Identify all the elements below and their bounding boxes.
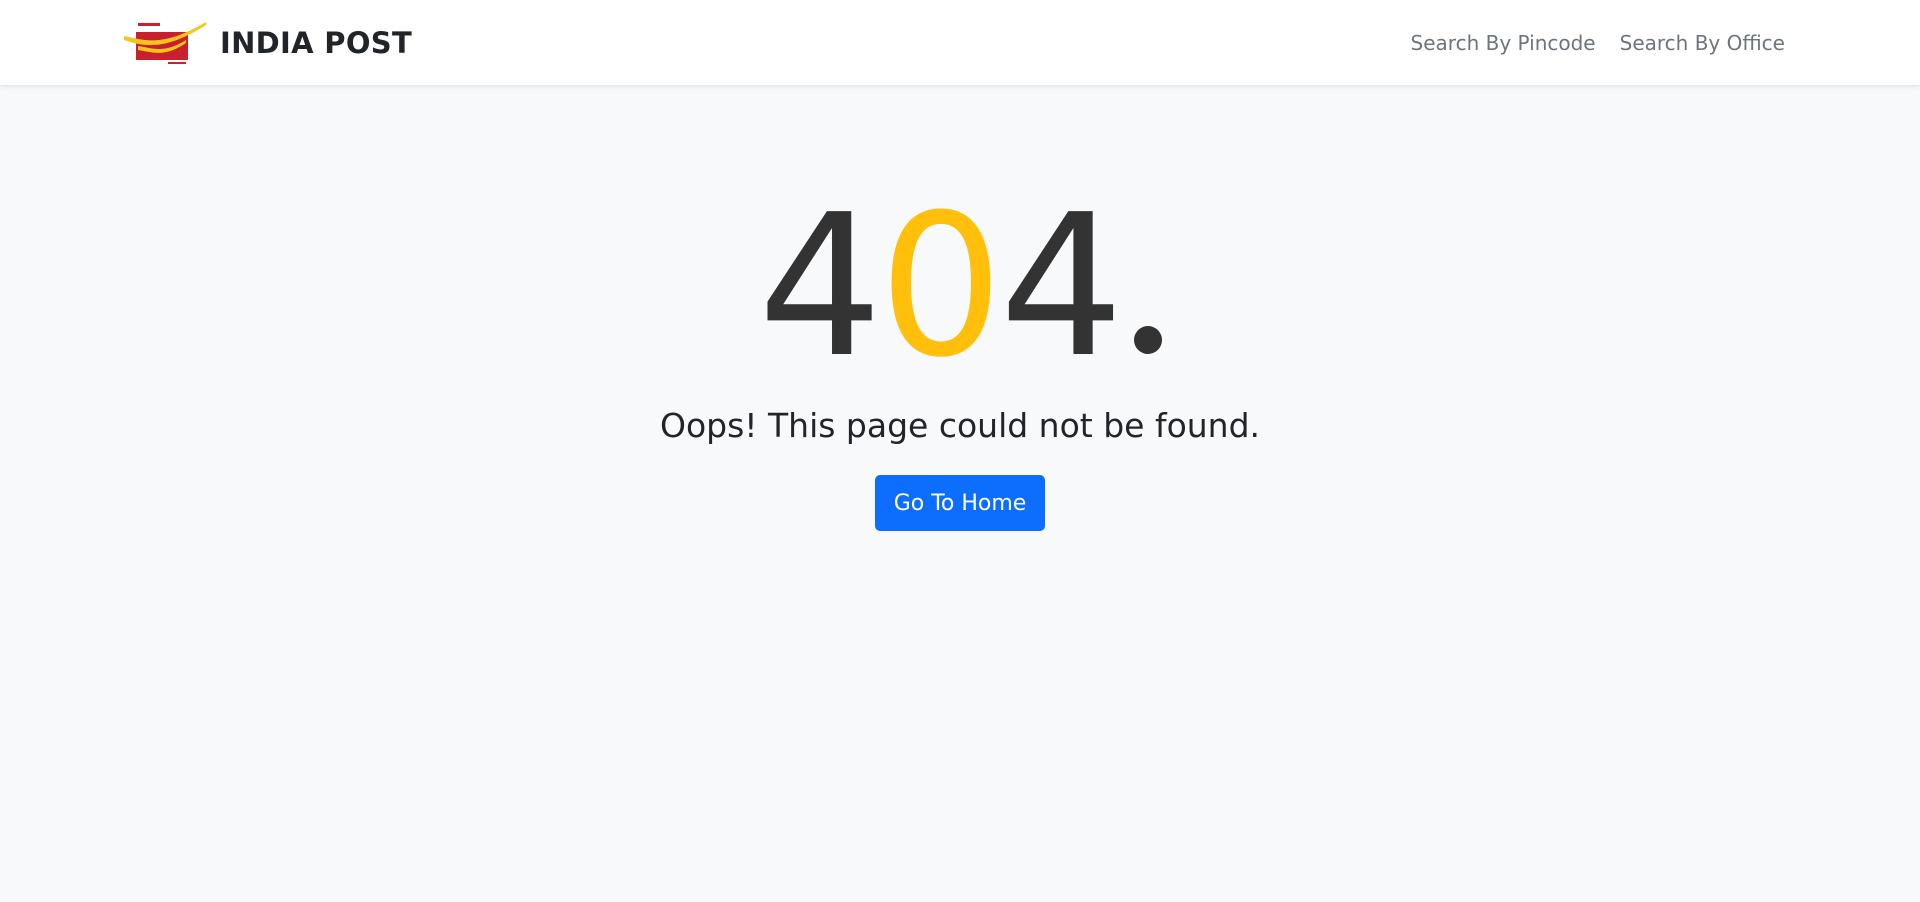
navbar: INDIA POST Search By Pincode Search By O…: [0, 0, 1920, 85]
error-section: 404 Oops! This page could not be found. …: [0, 85, 1920, 902]
error-code-digit-3: 4: [999, 173, 1124, 401]
error-code: 404: [0, 187, 1920, 387]
india-post-logo-icon: [124, 22, 206, 64]
nav-links: Search By Pincode Search By Office: [1387, 0, 1785, 85]
error-code-digit-2: 0: [878, 173, 1004, 401]
brand-link[interactable]: INDIA POST: [124, 18, 412, 68]
go-to-home-button[interactable]: Go To Home: [875, 475, 1045, 531]
nav-link-search-by-pincode[interactable]: Search By Pincode: [1411, 31, 1596, 55]
nav-link-search-by-office[interactable]: Search By Office: [1620, 31, 1785, 55]
error-message: Oops! This page could not be found.: [659, 406, 1261, 445]
error-code-digit-1: 4: [757, 173, 883, 401]
brand-title: INDIA POST: [220, 26, 413, 60]
period-dot-icon: [1134, 326, 1163, 354]
